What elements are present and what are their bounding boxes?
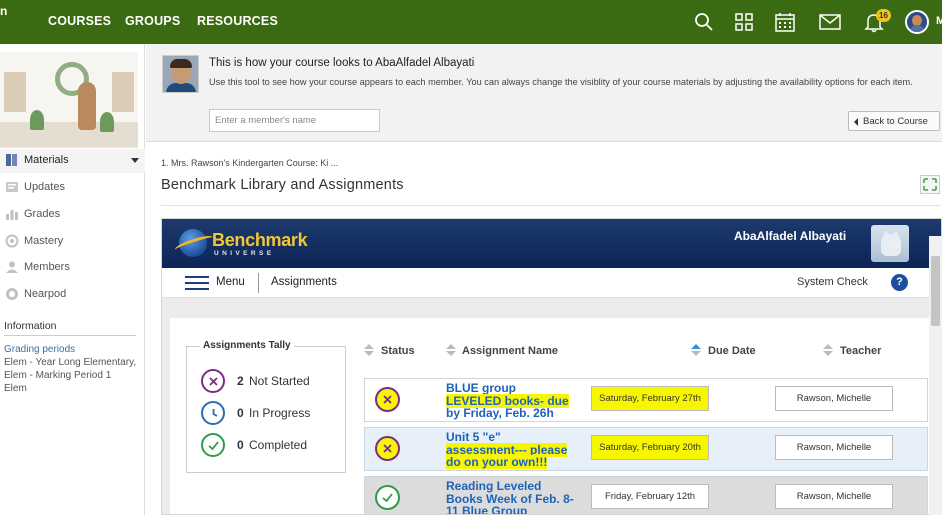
assignment-row[interactable]: Unit 5 "e" assessment--- please do on yo… [364, 427, 928, 471]
member-preview-banner: This is how your course looks to AbaAlfa… [146, 44, 942, 142]
help-icon[interactable]: ? [891, 274, 908, 291]
not-started-icon [375, 387, 400, 412]
vertical-scrollbar[interactable] [929, 236, 942, 515]
sidebar-item-label: Grades [24, 208, 61, 220]
chevron-left-icon [854, 118, 858, 126]
nav-link-groups[interactable]: GROUPS [125, 14, 180, 28]
hamburger-menu-icon[interactable] [185, 276, 209, 290]
sidebar-item-label: Members [24, 261, 70, 273]
column-header-teacher[interactable]: Teacher [840, 345, 881, 357]
teacher-cell: Rawson, Michelle [775, 435, 893, 460]
benchmark-menu-bar: Menu Assignments System Check ? [162, 268, 941, 298]
nav-link-courses[interactable]: COURSES [48, 14, 111, 28]
grading-period-item: Elem [4, 383, 27, 394]
preview-description: Use this tool to see how your course app… [209, 77, 913, 87]
updates-icon [6, 182, 18, 192]
assignment-row[interactable]: Reading Leveled Books Week of Feb. 8- 11… [364, 476, 928, 514]
search-icon[interactable] [692, 10, 716, 34]
notification-badge: 16 [876, 9, 891, 22]
due-date-cell: Saturday, February 27th [591, 386, 709, 411]
benchmark-embed-frame: Benchmark UNIVERSE AbaAlfadel Albayati M… [161, 218, 942, 515]
assignment-name-link[interactable]: Unit 5 "e" assessment--- please do on yo… [446, 431, 582, 469]
back-to-course-button[interactable]: Back to Course [848, 111, 940, 131]
sort-icon[interactable] [364, 344, 374, 357]
column-header-due-date[interactable]: Due Date [708, 345, 756, 357]
sidebar-item-mastery[interactable]: Mastery [0, 230, 145, 254]
tally-row-completed: 0 Completed [201, 433, 341, 457]
teacher-cell: Rawson, Michelle [775, 484, 893, 509]
mastery-icon [5, 234, 19, 248]
mail-icon[interactable] [818, 10, 842, 34]
scrollbar-thumb[interactable] [931, 256, 940, 326]
calendar-icon[interactable] [773, 10, 797, 34]
due-date-cell: Saturday, February 20th [591, 435, 709, 460]
brand-letter[interactable]: n [0, 4, 7, 18]
benchmark-user-name: AbaAlfadel Albayati [734, 229, 847, 243]
grades-icon [6, 210, 18, 220]
sort-icon[interactable] [823, 344, 833, 357]
fullscreen-button[interactable] [920, 175, 940, 194]
expand-icon [923, 178, 937, 191]
chevron-down-icon[interactable] [131, 158, 139, 163]
system-check-link[interactable]: System Check [797, 276, 868, 288]
benchmark-logo-subtext: UNIVERSE [214, 250, 275, 257]
tally-title: Assignments Tally [200, 340, 294, 351]
page-title: Benchmark Library and Assignments [161, 177, 404, 193]
column-header-assignment-name[interactable]: Assignment Name [462, 345, 558, 357]
check-circle-icon [375, 485, 400, 510]
nav-link-resources[interactable]: RESOURCES [197, 14, 278, 28]
sidebar-item-label: Nearpod [24, 288, 67, 300]
grading-periods-label: Grading periods [4, 344, 76, 355]
sidebar-item-materials[interactable]: Materials [0, 149, 145, 173]
divider [161, 205, 941, 206]
check-circle-icon [201, 433, 225, 457]
assignments-nav-link[interactable]: Assignments [271, 276, 337, 288]
divider [258, 273, 259, 293]
teacher-cell: Rawson, Michelle [775, 386, 893, 411]
grid-apps-icon[interactable] [732, 10, 756, 34]
sidebar-item-grades[interactable]: Grades [0, 203, 145, 227]
materials-icon [6, 154, 17, 166]
assignment-row[interactable]: BLUE group LEVELED books- due by Friday,… [364, 378, 928, 422]
benchmark-logo-text: Benchmark [212, 230, 308, 250]
benchmark-header: Benchmark UNIVERSE AbaAlfadel Albayati [162, 219, 941, 268]
assignment-name-link[interactable]: Reading Leveled Books Week of Feb. 8- 11… [446, 480, 582, 514]
tally-row-in-progress: 0 In Progress [201, 401, 341, 425]
user-avatar[interactable] [905, 10, 929, 34]
grading-period-item: Elem - Marking Period 1 [4, 370, 112, 381]
column-header-status[interactable]: Status [381, 345, 415, 357]
benchmark-user-avatar[interactable] [871, 225, 909, 262]
member-photo [162, 55, 199, 93]
top-navigation-bar: n COURSES GROUPS RESOURCES 16 M [0, 0, 942, 44]
sidebar-item-label: Materials [24, 154, 69, 166]
assignment-name-link[interactable]: BLUE group LEVELED books- due by Friday,… [446, 382, 582, 420]
information-heading: Information [4, 320, 136, 336]
assignments-panel: Assignments Tally 2 Not Started 0 In Pro… [170, 318, 929, 514]
assignments-tally: Assignments Tally 2 Not Started 0 In Pro… [186, 340, 346, 473]
members-icon [6, 261, 18, 273]
course-sidebar: Materials Updates Grades Mastery Members… [0, 44, 145, 515]
not-started-icon [375, 436, 400, 461]
sidebar-item-updates[interactable]: Updates [0, 176, 145, 200]
nearpod-icon [6, 288, 18, 300]
clock-icon [201, 401, 225, 425]
sort-icon[interactable] [446, 344, 456, 357]
breadcrumb[interactable]: 1. Mrs. Rawson's Kindergarten Course: Ki… [161, 158, 338, 168]
member-name-input[interactable] [209, 109, 380, 132]
user-menu-initial[interactable]: M [936, 15, 942, 27]
course-profile-image [0, 52, 138, 148]
sidebar-item-nearpod[interactable]: Nearpod [0, 283, 145, 307]
sort-icon[interactable] [691, 344, 701, 357]
sidebar-item-label: Updates [24, 181, 65, 193]
sidebar-item-label: Mastery [24, 235, 64, 247]
menu-button[interactable]: Menu [216, 276, 245, 288]
tally-row-not-started: 2 Not Started [201, 369, 341, 393]
preview-title: This is how your course looks to AbaAlfa… [209, 57, 475, 69]
grading-period-item: Elem - Year Long Elementary, [4, 357, 137, 368]
due-date-cell: Friday, February 12th [591, 484, 709, 509]
sidebar-item-members[interactable]: Members [0, 256, 145, 280]
not-started-icon [201, 369, 225, 393]
